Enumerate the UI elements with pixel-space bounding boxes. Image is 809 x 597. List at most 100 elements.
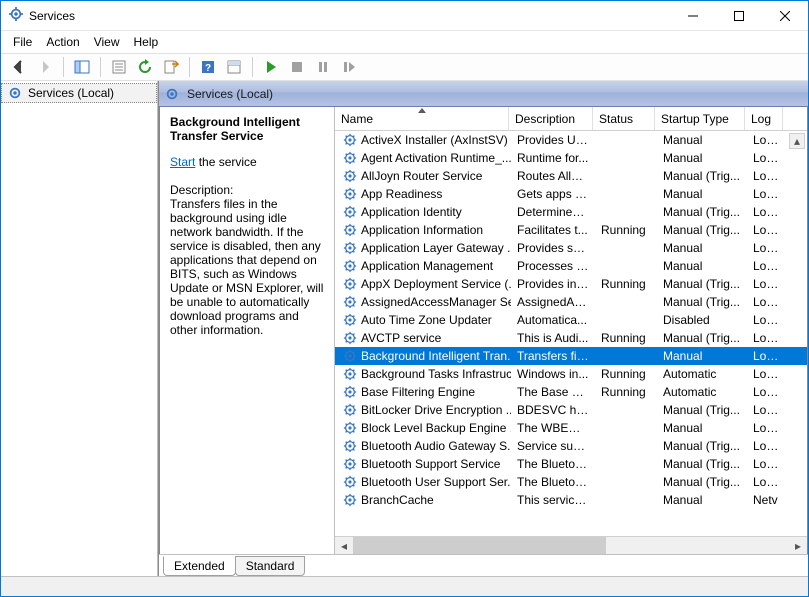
service-row[interactable]: AllJoyn Router ServiceRoutes AllJo...Man… (335, 167, 807, 185)
cell-status: Running (595, 385, 657, 399)
cell-startup: Manual (657, 421, 747, 435)
service-row[interactable]: AVCTP serviceThis is Audi...RunningManua… (335, 329, 807, 347)
service-row[interactable]: Background Tasks Infrastruc...Windows in… (335, 365, 807, 383)
restart-service-button[interactable] (337, 56, 361, 78)
col-logon[interactable]: Log (745, 107, 783, 130)
detail-panel: Background Intelligent Transfer Service … (160, 107, 335, 554)
cell-startup: Manual (657, 259, 747, 273)
cell-startup: Manual (Trig... (657, 277, 747, 291)
service-row[interactable]: Bluetooth User Support Ser...The Bluetoo… (335, 473, 807, 491)
tab-standard[interactable]: Standard (235, 556, 306, 576)
help-topics-button[interactable] (222, 56, 246, 78)
cell-description: Gets apps re... (511, 187, 595, 201)
cell-name: ActiveX Installer (AxInstSV) (337, 133, 511, 147)
cell-logon: Loca (747, 151, 785, 165)
col-name[interactable]: Name (335, 107, 509, 130)
cell-name: Application Identity (337, 205, 511, 219)
service-row[interactable]: ActiveX Installer (AxInstSV)Provides Us.… (335, 131, 807, 149)
cell-name: App Readiness (337, 187, 511, 201)
cell-name: Background Intelligent Tran... (337, 349, 511, 363)
show-hide-tree-button[interactable] (70, 56, 94, 78)
cell-startup: Disabled (657, 313, 747, 327)
service-row[interactable]: App ReadinessGets apps re...ManualLoca (335, 185, 807, 203)
service-action-line: Start the service (170, 155, 324, 169)
menu-file[interactable]: File (13, 35, 32, 49)
cell-description: Windows in... (511, 367, 595, 381)
service-row[interactable]: Application ManagementProcesses in...Man… (335, 257, 807, 275)
service-row[interactable]: BitLocker Drive Encryption ...BDESVC hos… (335, 401, 807, 419)
cell-name: AllJoyn Router Service (337, 169, 511, 183)
cell-description: Determines ... (511, 205, 595, 219)
cell-description: AssignedAc... (511, 295, 595, 309)
cell-logon: Loca (747, 457, 785, 471)
start-link[interactable]: Start (170, 155, 195, 169)
col-startup[interactable]: Startup Type (655, 107, 745, 130)
service-row[interactable]: Bluetooth Support ServiceThe Bluetoo...M… (335, 455, 807, 473)
cell-startup: Manual (657, 349, 747, 363)
window-title: Services (29, 9, 670, 23)
scroll-right-button[interactable]: ▸ (789, 537, 807, 554)
cell-logon: Loca (747, 421, 785, 435)
help-button[interactable]: ? (196, 56, 220, 78)
cell-logon: Loca (747, 241, 785, 255)
minimize-button[interactable] (670, 1, 716, 30)
service-row[interactable]: Block Level Backup Engine ...The WBENG..… (335, 419, 807, 437)
selected-service-name: Background Intelligent Transfer Service (170, 115, 324, 143)
forward-button[interactable] (33, 56, 57, 78)
maximize-button[interactable] (716, 1, 762, 30)
menu-view[interactable]: View (94, 35, 120, 49)
service-row[interactable]: AppX Deployment Service (...Provides inf… (335, 275, 807, 293)
cell-logon: Loca (747, 187, 785, 201)
svg-text:?: ? (205, 63, 211, 74)
service-row[interactable]: AssignedAccessManager Se...AssignedAc...… (335, 293, 807, 311)
col-status[interactable]: Status (593, 107, 655, 130)
cell-logon: Loca (747, 331, 785, 345)
cell-startup: Manual (Trig... (657, 223, 747, 237)
cell-logon: Loca (747, 205, 785, 219)
back-button[interactable] (7, 56, 31, 78)
col-description[interactable]: Description (509, 107, 593, 130)
scroll-left-button[interactable]: ◂ (335, 537, 353, 554)
cell-startup: Automatic (657, 385, 747, 399)
menu-help[interactable]: Help (134, 35, 159, 49)
service-row[interactable]: Bluetooth Audio Gateway S...Service sup.… (335, 437, 807, 455)
cell-startup: Manual (Trig... (657, 439, 747, 453)
service-row[interactable]: Background Intelligent Tran...Transfers … (335, 347, 807, 365)
service-row[interactable]: Base Filtering EngineThe Base Fil...Runn… (335, 383, 807, 401)
cell-description: Provides Us... (511, 133, 595, 147)
menubar: File Action View Help (1, 31, 808, 53)
titlebar: Services (1, 1, 808, 31)
start-service-button[interactable] (259, 56, 283, 78)
refresh-button[interactable] (133, 56, 157, 78)
service-row[interactable]: Agent Activation Runtime_...Runtime for.… (335, 149, 807, 167)
close-button[interactable] (762, 1, 808, 30)
stop-service-button[interactable] (285, 56, 309, 78)
tab-extended[interactable]: Extended (163, 556, 236, 576)
cell-name: Background Tasks Infrastruc... (337, 367, 511, 381)
cell-logon: Loca (747, 349, 785, 363)
menu-action[interactable]: Action (46, 35, 79, 49)
horizontal-scrollbar[interactable]: ◂ ▸ (335, 536, 807, 554)
service-row[interactable]: Application IdentityDetermines ...Manual… (335, 203, 807, 221)
cell-name: Base Filtering Engine (337, 385, 511, 399)
cell-description: Runtime for... (511, 151, 595, 165)
export-button[interactable] (159, 56, 183, 78)
cell-description: Service sup... (511, 439, 595, 453)
cell-description: Transfers fil... (511, 349, 595, 363)
cell-logon: Loca (747, 295, 785, 309)
description-text: Transfers files in the background using … (170, 197, 324, 337)
service-row[interactable]: Application InformationFacilitates t...R… (335, 221, 807, 239)
service-row[interactable]: Auto Time Zone UpdaterAutomatica...Disab… (335, 311, 807, 329)
scroll-up-button[interactable]: ▴ (789, 133, 805, 149)
service-row[interactable]: Application Layer Gateway ...Provides su… (335, 239, 807, 257)
cell-logon: Loca (747, 439, 785, 453)
tree-node-services-local[interactable]: Services (Local) (1, 83, 157, 103)
cell-startup: Manual (Trig... (657, 169, 747, 183)
properties-button[interactable] (107, 56, 131, 78)
service-row[interactable]: BranchCacheThis service ...ManualNetv (335, 491, 807, 509)
scroll-thumb[interactable] (353, 537, 606, 554)
pane-header: Services (Local) (159, 81, 808, 107)
pause-service-button[interactable] (311, 56, 335, 78)
tree-node-label: Services (Local) (28, 86, 114, 100)
cell-name: AssignedAccessManager Se... (337, 295, 511, 309)
